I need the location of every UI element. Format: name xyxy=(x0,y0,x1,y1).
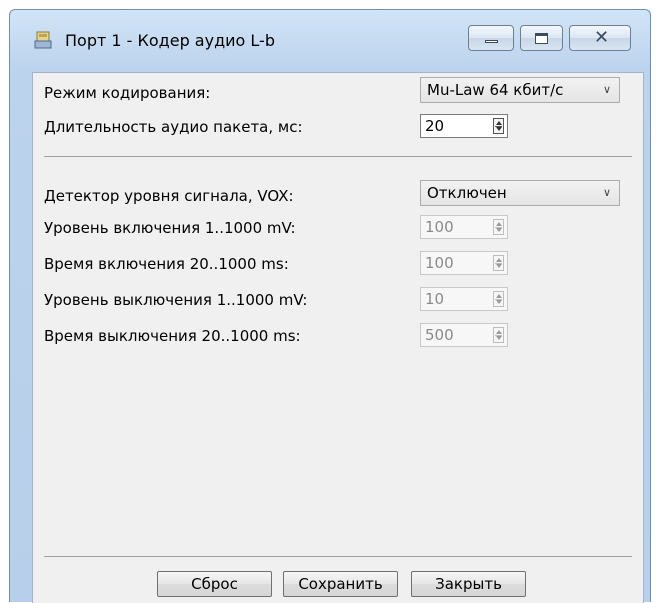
vox-on-time-label: Время включения 20..1000 ms: xyxy=(44,255,289,273)
window-title: Порт 1 - Кодер аудио L-b xyxy=(65,31,275,50)
vox-detector-label: Детектор уровня сигнала, VOX: xyxy=(44,187,294,205)
chevron-down-icon: ∨ xyxy=(602,186,611,199)
encoding-mode-select[interactable]: Mu-Law 64 кбит/с ∨ xyxy=(420,77,620,103)
spin-arrows-icon xyxy=(493,327,504,343)
packet-duration-value: 20 xyxy=(425,117,445,135)
spin-arrows-icon[interactable] xyxy=(493,118,504,134)
vox-on-time-value: 100 xyxy=(425,254,454,272)
packet-duration-spinbox[interactable]: 20 xyxy=(420,114,508,138)
spin-arrows-icon xyxy=(493,219,504,235)
vox-off-time-label: Время выключения 20..1000 ms: xyxy=(44,327,301,345)
vox-off-level-value: 10 xyxy=(425,290,445,308)
dialog-window: Порт 1 - Кодер аудио L-b ✕ Режим кодиров… xyxy=(9,9,651,603)
minimize-icon xyxy=(485,40,498,43)
vox-off-level-label: Уровень выключения 1..1000 mV: xyxy=(44,291,308,309)
minimize-button[interactable] xyxy=(468,25,514,51)
chevron-down-icon: ∨ xyxy=(602,83,611,96)
vox-on-level-label: Уровень включения 1..1000 mV: xyxy=(44,219,296,237)
save-button[interactable]: Сохранить xyxy=(283,571,398,597)
vox-detector-value: Отключен xyxy=(427,184,507,202)
encoding-mode-label: Режим кодирования: xyxy=(44,84,211,102)
spin-arrows-icon xyxy=(493,255,504,271)
spin-arrows-icon xyxy=(493,291,504,307)
vox-off-time-spinbox: 500 xyxy=(420,323,508,347)
dialog-client-area: Режим кодирования: Mu-Law 64 кбит/с ∨ Дл… xyxy=(32,72,644,603)
vox-on-time-spinbox: 100 xyxy=(420,251,508,275)
packet-duration-label: Длительность аудио пакета, мс: xyxy=(44,118,303,136)
vox-off-level-spinbox: 10 xyxy=(420,287,508,311)
vox-on-level-spinbox: 100 xyxy=(420,215,508,239)
maximize-icon xyxy=(535,33,548,44)
title-bar[interactable]: Порт 1 - Кодер аудио L-b ✕ xyxy=(10,10,650,62)
footer-separator xyxy=(44,556,632,557)
close-button[interactable]: Закрыть xyxy=(411,571,526,597)
encoding-mode-value: Mu-Law 64 кбит/с xyxy=(427,81,564,99)
app-icon xyxy=(34,31,52,49)
vox-off-time-value: 500 xyxy=(425,326,454,344)
vox-on-level-value: 100 xyxy=(425,218,454,236)
maximize-button[interactable] xyxy=(520,25,563,51)
close-window-button[interactable]: ✕ xyxy=(569,25,631,51)
close-icon: ✕ xyxy=(594,27,610,48)
separator xyxy=(44,156,632,157)
reset-button[interactable]: Сброс xyxy=(157,571,272,597)
vox-detector-select[interactable]: Отключен ∨ xyxy=(420,180,620,206)
